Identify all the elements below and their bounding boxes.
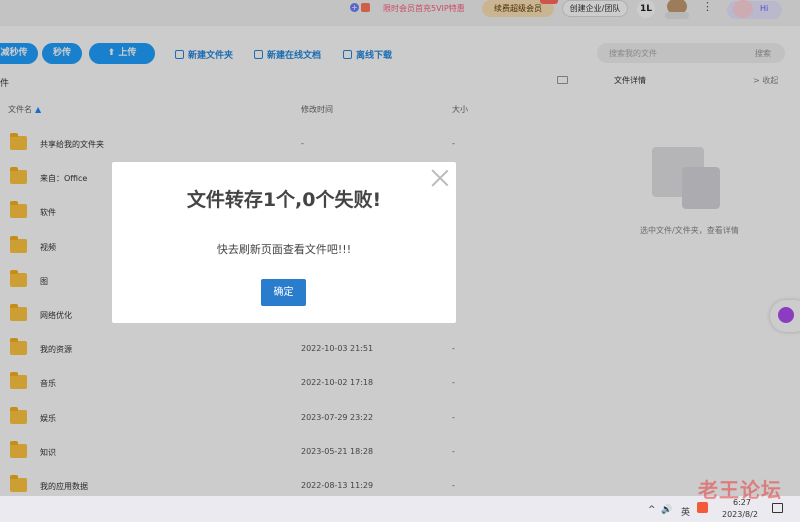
clock-date[interactable]: 2023/8/2 [722, 510, 758, 519]
app-tray-icon[interactable] [697, 502, 708, 513]
tray-expand-icon[interactable]: ^ [648, 505, 656, 515]
dialog-title: 文件转存1个,0个失败! [186, 189, 382, 211]
volume-icon[interactable]: 🔊 [661, 505, 672, 515]
notification-icon[interactable] [772, 503, 783, 513]
confirm-button[interactable]: 确定 [261, 279, 306, 306]
os-taskbar [0, 496, 800, 522]
watermark-text: 老王论坛 [698, 478, 782, 502]
dialog-message: 快去刷新页面查看文件吧!!! [216, 243, 352, 256]
ime-indicator[interactable]: 英 [681, 505, 690, 518]
